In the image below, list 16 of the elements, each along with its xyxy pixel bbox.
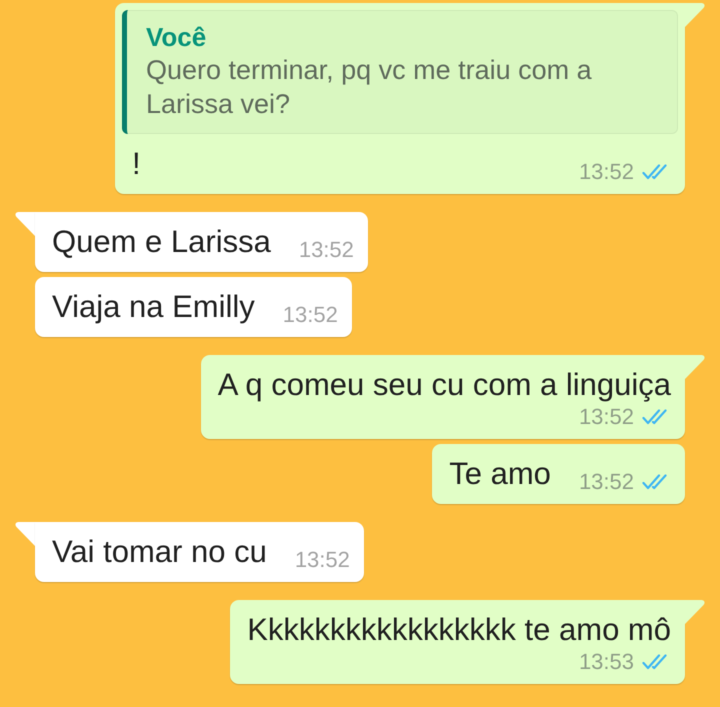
message-text: Kkkkkkkkkkkkkkkkk te amo mô [247,611,671,649]
message-text: ! [132,145,141,183]
quote-text: Quero terminar, pq vc me traiu com a Larissa vei? [146,54,593,121]
message-time: 13:52 [578,470,634,494]
message-time: 13:52 [294,548,350,572]
message-text: Vai tomar no cu [52,533,267,571]
message-time: 13:52 [578,160,634,184]
message-time: 13:53 [578,650,634,674]
quote-author: Você [146,21,208,53]
message-text: A q comeu seu cu com a linguiça [218,366,671,404]
message-time: 13:52 [282,303,338,327]
message-time: 13:52 [298,238,354,262]
message-text: Quem e Larissa [52,223,271,261]
message-time: 13:52 [578,405,634,429]
message-text: Te amo [449,455,551,493]
message-text: Viaja na Emilly [52,288,255,326]
